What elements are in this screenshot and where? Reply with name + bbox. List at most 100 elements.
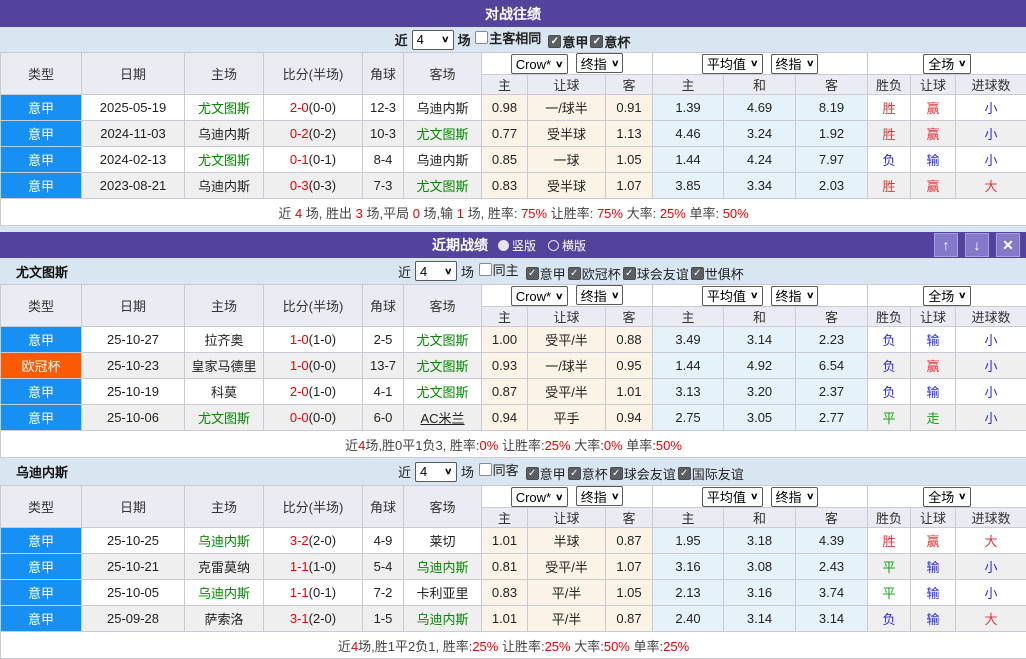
checkbox-label: 球会友谊 bbox=[637, 264, 689, 283]
cell-avg-home: 2.13 bbox=[653, 580, 724, 606]
cell-home-team[interactable]: 乌迪内斯 bbox=[185, 173, 264, 199]
cell-handicap: 一/球半 bbox=[528, 95, 606, 121]
select-平均值[interactable]: 平均值∨ bbox=[702, 54, 763, 74]
cell-odds-away: 0.91 bbox=[606, 95, 653, 121]
juventus-games-count-select[interactable]: 4 ∨ bbox=[415, 261, 457, 281]
close-button[interactable]: ✕ bbox=[996, 233, 1020, 257]
away-team-link[interactable]: 卡利亚里 bbox=[416, 586, 468, 601]
checkbox-意杯[interactable]: ✓意杯 bbox=[568, 464, 608, 483]
select-终指[interactable]: 终指∨ bbox=[576, 285, 624, 305]
checkbox-世俱杯[interactable]: ✓世俱杯 bbox=[691, 264, 744, 283]
select-平均值[interactable]: 平均值∨ bbox=[702, 487, 763, 507]
h2h-games-count-select[interactable]: 4 ∨ bbox=[412, 30, 454, 50]
away-team-link[interactable]: 尤文图斯 bbox=[416, 359, 468, 374]
cell-home-team[interactable]: 拉齐奥 bbox=[185, 327, 264, 353]
cell-home-team[interactable]: 克雷莫纳 bbox=[185, 554, 264, 580]
checkbox-label: 球会友谊 bbox=[624, 464, 676, 483]
select-Crow*[interactable]: Crow*∨ bbox=[511, 487, 568, 507]
home-team-link[interactable]: 尤文图斯 bbox=[198, 411, 250, 426]
cell-away-team[interactable]: 乌迪内斯 bbox=[404, 606, 482, 632]
home-team-link[interactable]: 克雷莫纳 bbox=[198, 560, 250, 575]
away-team-link[interactable]: 乌迪内斯 bbox=[416, 101, 468, 116]
checkbox-主客相同[interactable]: 主客相同 bbox=[475, 28, 541, 47]
checkbox-同客[interactable]: 同客 bbox=[479, 460, 519, 479]
cell-away-team[interactable]: 卡利亚里 bbox=[404, 580, 482, 606]
move-down-button[interactable]: ↓ bbox=[965, 233, 989, 257]
cell-away-team[interactable]: 乌迪内斯 bbox=[404, 554, 482, 580]
away-team-link[interactable]: 尤文图斯 bbox=[416, 385, 468, 400]
cell-home-team[interactable]: 乌迪内斯 bbox=[185, 121, 264, 147]
cell-away-team[interactable]: 乌迪内斯 bbox=[404, 147, 482, 173]
cell-home-team[interactable]: 皇家马德里 bbox=[185, 353, 264, 379]
cell-away-team[interactable]: AC米兰 bbox=[404, 405, 482, 431]
cell-avg-away: 8.19 bbox=[796, 95, 868, 121]
cell-date: 25-10-21 bbox=[82, 554, 185, 580]
select-终指[interactable]: 终指∨ bbox=[771, 54, 819, 74]
away-team-link[interactable]: 尤文图斯 bbox=[416, 333, 468, 348]
sub-header-客: 客 bbox=[606, 508, 653, 528]
select-终指[interactable]: 终指∨ bbox=[576, 486, 624, 506]
checkbox-欧冠杯[interactable]: ✓欧冠杯 bbox=[568, 264, 621, 283]
full-time-score: 2-0 bbox=[290, 384, 309, 399]
home-team-link[interactable]: 乌迪内斯 bbox=[198, 179, 250, 194]
cell-away-team[interactable]: 尤文图斯 bbox=[404, 173, 482, 199]
home-team-link[interactable]: 乌迪内斯 bbox=[198, 127, 250, 142]
select-终指[interactable]: 终指∨ bbox=[771, 487, 819, 507]
cell-home-team[interactable]: 尤文图斯 bbox=[185, 405, 264, 431]
cell-away-team[interactable]: 尤文图斯 bbox=[404, 327, 482, 353]
home-team-link[interactable]: 萨索洛 bbox=[204, 612, 243, 627]
home-team-link[interactable]: 科莫 bbox=[211, 385, 237, 400]
home-team-link[interactable]: 乌迪内斯 bbox=[198, 586, 250, 601]
checkbox-意甲[interactable]: ✓意甲 bbox=[548, 32, 588, 51]
checkbox-球会友谊[interactable]: ✓球会友谊 bbox=[623, 264, 689, 283]
home-team-link[interactable]: 尤文图斯 bbox=[198, 101, 250, 116]
sub-header-主: 主 bbox=[653, 307, 724, 327]
home-team-link[interactable]: 乌迪内斯 bbox=[198, 534, 250, 549]
select-Crow*[interactable]: Crow*∨ bbox=[511, 54, 568, 74]
checkbox-意甲[interactable]: ✓意甲 bbox=[526, 464, 566, 483]
checkbox-同主[interactable]: 同主 bbox=[479, 260, 519, 279]
cell-away-team[interactable]: 尤文图斯 bbox=[404, 379, 482, 405]
cell-result-handicap: 输 bbox=[911, 606, 956, 632]
cell-avg-home: 4.46 bbox=[653, 121, 724, 147]
select-平均值[interactable]: 平均值∨ bbox=[702, 286, 763, 306]
udinese-games-count-select[interactable]: 4 ∨ bbox=[415, 462, 457, 482]
checkbox-意杯[interactable]: ✓意杯 bbox=[590, 32, 630, 51]
cell-away-team[interactable]: 尤文图斯 bbox=[404, 353, 482, 379]
cell-home-team[interactable]: 乌迪内斯 bbox=[185, 528, 264, 554]
checkbox-球会友谊[interactable]: ✓球会友谊 bbox=[610, 464, 676, 483]
column-header-主场: 主场 bbox=[185, 285, 264, 327]
view-mode-horizontal[interactable]: 横版 bbox=[548, 237, 586, 254]
home-team-link[interactable]: 皇家马德里 bbox=[191, 359, 256, 374]
select-全场[interactable]: 全场∨ bbox=[923, 487, 971, 507]
away-team-link[interactable]: AC米兰 bbox=[420, 411, 464, 426]
cell-home-team[interactable]: 科莫 bbox=[185, 379, 264, 405]
full-time-score: 1-0 bbox=[290, 358, 309, 373]
select-全场[interactable]: 全场∨ bbox=[923, 54, 971, 74]
home-team-link[interactable]: 拉齐奥 bbox=[204, 333, 243, 348]
cell-away-team[interactable]: 尤文图斯 bbox=[404, 121, 482, 147]
cell-away-team[interactable]: 莱切 bbox=[404, 528, 482, 554]
cell-home-team[interactable]: 乌迪内斯 bbox=[185, 580, 264, 606]
cell-home-team[interactable]: 尤文图斯 bbox=[185, 95, 264, 121]
checked-checkbox-icon: ✓ bbox=[623, 267, 636, 280]
cell-avg-draw: 4.69 bbox=[724, 95, 796, 121]
checkbox-意甲[interactable]: ✓意甲 bbox=[526, 264, 566, 283]
select-Crow*[interactable]: Crow*∨ bbox=[511, 286, 568, 306]
away-team-link[interactable]: 尤文图斯 bbox=[416, 179, 468, 194]
home-team-link[interactable]: 尤文图斯 bbox=[198, 153, 250, 168]
select-终指[interactable]: 终指∨ bbox=[576, 53, 624, 73]
view-mode-vertical[interactable]: 竖版 bbox=[498, 237, 536, 254]
select-终指[interactable]: 终指∨ bbox=[771, 286, 819, 306]
away-team-link[interactable]: 乌迪内斯 bbox=[416, 560, 468, 575]
checkbox-国际友谊[interactable]: ✓国际友谊 bbox=[678, 464, 744, 483]
away-team-link[interactable]: 尤文图斯 bbox=[416, 127, 468, 142]
cell-away-team[interactable]: 乌迪内斯 bbox=[404, 95, 482, 121]
select-全场[interactable]: 全场∨ bbox=[923, 286, 971, 306]
away-team-link[interactable]: 莱切 bbox=[429, 534, 455, 549]
away-team-link[interactable]: 乌迪内斯 bbox=[416, 612, 468, 627]
cell-home-team[interactable]: 尤文图斯 bbox=[185, 147, 264, 173]
cell-home-team[interactable]: 萨索洛 bbox=[185, 606, 264, 632]
away-team-link[interactable]: 乌迪内斯 bbox=[416, 153, 468, 168]
move-up-button[interactable]: ↑ bbox=[934, 233, 958, 257]
